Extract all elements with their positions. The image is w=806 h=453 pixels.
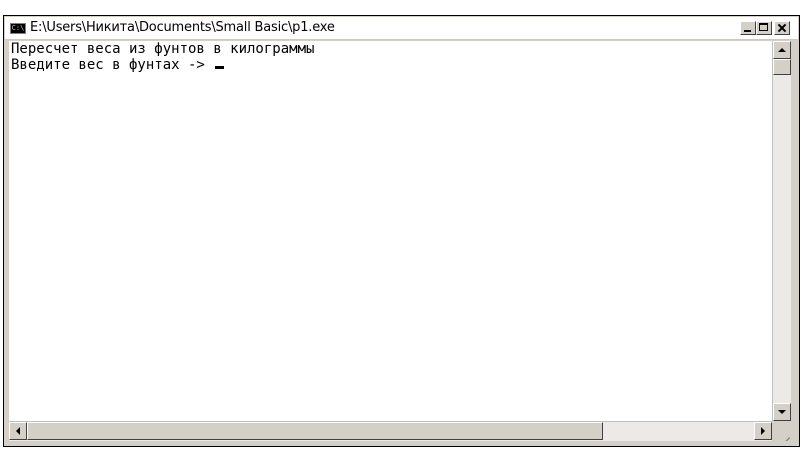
horizontal-scroll-thumb[interactable] (27, 422, 603, 440)
console-line-2: Введите вес в фунтах -> (9, 57, 772, 73)
input-prompt: Введите вес в фунтах -> (11, 57, 214, 73)
scroll-down-button[interactable] (773, 403, 791, 421)
scroll-left-button[interactable] (9, 422, 27, 440)
arrow-right-icon (761, 427, 765, 435)
vertical-scroll-thumb[interactable] (773, 59, 791, 75)
console-output[interactable]: Пересчет веса из фунтов в килограммы Вве… (9, 41, 772, 421)
arrow-down-icon (778, 410, 786, 414)
title-bar[interactable]: C:\ E:\Users\Никита\Documents\Small Basi… (5, 17, 798, 40)
console-icon[interactable]: C:\ (10, 23, 26, 34)
text-cursor (215, 66, 225, 69)
arrow-left-icon (16, 427, 20, 435)
horizontal-scrollbar[interactable] (9, 421, 772, 441)
scroll-right-button[interactable] (754, 422, 772, 440)
console-line-1: Пересчет веса из фунтов в килограммы (11, 41, 315, 57)
scroll-up-button[interactable] (773, 41, 791, 59)
console-window: C:\ E:\Users\Никита\Documents\Small Basi… (3, 15, 800, 447)
close-button[interactable] (774, 21, 790, 35)
maximize-button[interactable] (756, 21, 772, 35)
resize-grip[interactable] (772, 421, 791, 441)
vertical-scrollbar[interactable] (772, 41, 791, 421)
minimize-button[interactable] (740, 21, 756, 35)
window-title: E:\Users\Никита\Documents\Small Basic\p1… (30, 20, 335, 35)
arrow-up-icon (778, 48, 786, 52)
